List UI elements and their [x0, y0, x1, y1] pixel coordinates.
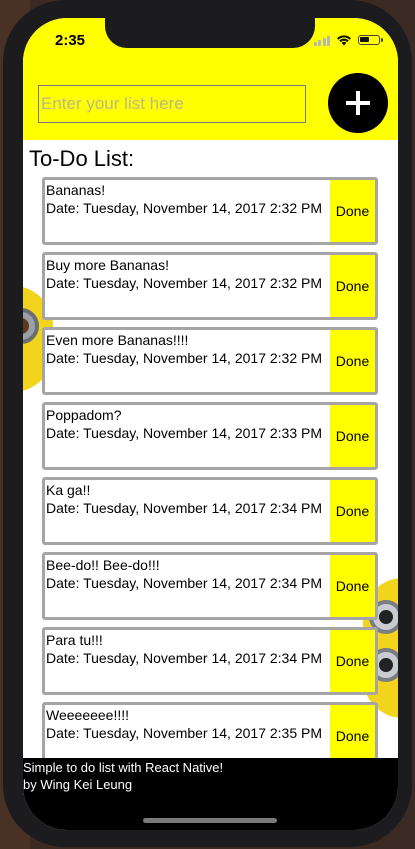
todo-item-date: Date: Tuesday, November 14, 2017 2:32 PM — [46, 350, 323, 366]
todo-item: Para tu!!! Date: Tuesday, November 14, 2… — [42, 627, 378, 695]
todo-item-title: Poppadom? — [46, 407, 122, 423]
todo-item-date: Date: Tuesday, November 14, 2017 2:33 PM — [46, 425, 323, 441]
app-screen: 2:35 To-Do List: — [23, 18, 398, 830]
home-indicator[interactable] — [143, 818, 277, 823]
todo-item-title: Ka ga!! — [46, 482, 91, 498]
todo-item-title: Bee-do!! Bee-do!!! — [46, 557, 160, 573]
todo-item-date: Date: Tuesday, November 14, 2017 2:34 PM — [46, 650, 323, 666]
device-notch — [105, 18, 315, 48]
done-button[interactable]: Done — [330, 255, 375, 317]
todo-item: Buy more Bananas! Date: Tuesday, Novembe… — [42, 252, 378, 320]
todo-item-text: Ka ga!! Date: Tuesday, November 14, 2017… — [46, 481, 322, 517]
todo-item: Ka ga!! Date: Tuesday, November 14, 2017… — [42, 477, 378, 545]
list-input[interactable] — [38, 85, 306, 123]
todo-item-text: Buy more Bananas! Date: Tuesday, Novembe… — [46, 256, 322, 292]
status-time: 2:35 — [55, 32, 86, 49]
todo-item-text: Bananas! Date: Tuesday, November 14, 201… — [46, 181, 322, 217]
todo-item-text: Para tu!!! Date: Tuesday, November 14, 2… — [46, 631, 322, 667]
todo-item-date: Date: Tuesday, November 14, 2017 2:32 PM — [46, 200, 323, 216]
todo-item-date: Date: Tuesday, November 14, 2017 2:32 PM — [46, 275, 323, 291]
status-icons — [313, 34, 383, 46]
todo-item-date: Date: Tuesday, November 14, 2017 2:35 PM — [46, 725, 323, 741]
todo-item-text: Even more Bananas!!!! Date: Tuesday, Nov… — [46, 331, 322, 367]
done-button[interactable]: Done — [330, 555, 375, 617]
todo-item-title: Para tu!!! — [46, 632, 103, 648]
todo-item: Poppadom? Date: Tuesday, November 14, 20… — [42, 402, 378, 470]
todo-item-date: Date: Tuesday, November 14, 2017 2:34 PM — [46, 575, 323, 591]
battery-icon — [358, 35, 383, 45]
todo-item-text: Bee-do!! Bee-do!!! Date: Tuesday, Novemb… — [46, 556, 322, 592]
todo-item-date: Date: Tuesday, November 14, 2017 2:34 PM — [46, 500, 323, 516]
todo-item-title: Weeeeeee!!!! — [46, 707, 130, 723]
todo-item-title: Bananas! — [46, 182, 106, 198]
todo-item-text: Weeeeeee!!!! Date: Tuesday, November 14,… — [46, 706, 322, 742]
phone-frame: 2:35 To-Do List: — [3, 0, 412, 847]
todo-item: Bananas! Date: Tuesday, November 14, 201… — [42, 177, 378, 245]
footer-author: by Wing Kei Leung — [23, 777, 133, 792]
todo-item: Even more Bananas!!!! Date: Tuesday, Nov… — [42, 327, 378, 395]
done-button[interactable]: Done — [330, 630, 375, 692]
cellular-signal-icon — [313, 35, 330, 46]
todo-item: Bee-do!! Bee-do!!! Date: Tuesday, Novemb… — [42, 552, 378, 620]
done-button[interactable]: Done — [330, 405, 375, 467]
footer-tagline: Simple to do list with React Native! — [23, 760, 224, 775]
wifi-icon — [337, 35, 351, 46]
plus-icon — [346, 91, 370, 115]
done-button[interactable]: Done — [330, 480, 375, 542]
app-header: 2:35 — [23, 18, 398, 140]
done-button[interactable]: Done — [330, 330, 375, 392]
todo-item-title: Buy more Bananas! — [46, 257, 169, 273]
list-title: To-Do List: — [29, 146, 135, 171]
done-button[interactable]: Done — [330, 180, 375, 242]
todo-item-text: Poppadom? Date: Tuesday, November 14, 20… — [46, 406, 322, 442]
todo-item-title: Even more Bananas!!!! — [46, 332, 189, 348]
add-item-button[interactable] — [328, 73, 388, 133]
